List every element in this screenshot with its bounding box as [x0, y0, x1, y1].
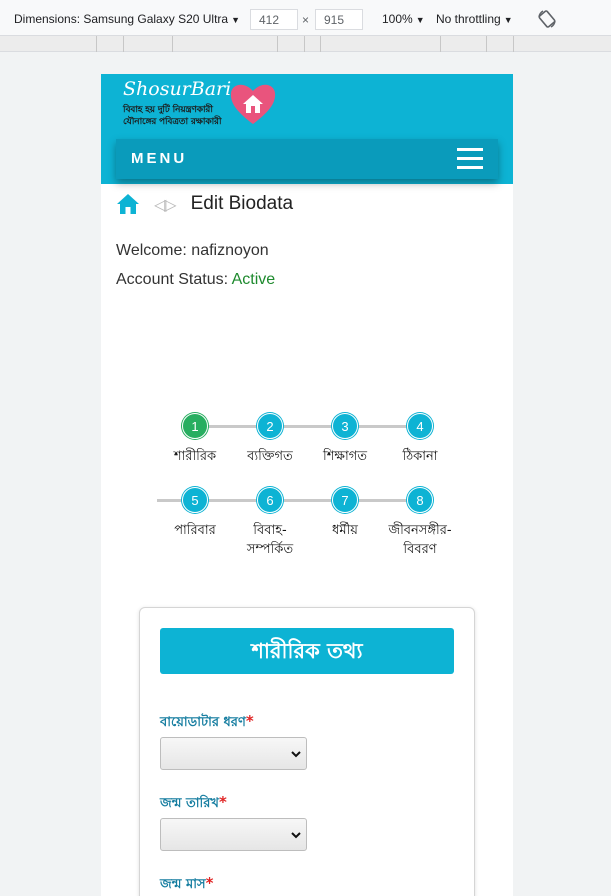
- zoom-dropdown[interactable]: 100% ▼: [382, 12, 425, 26]
- breadcrumb: ◁▷ Edit Biodata: [116, 192, 293, 216]
- throttling-dropdown[interactable]: No throttling ▼: [436, 12, 513, 26]
- step-6-label[interactable]: বিবাহ-: [230, 522, 310, 539]
- page-title: Edit Biodata: [190, 193, 294, 214]
- step-8-label-line2[interactable]: বিবরণ: [380, 541, 460, 558]
- logo-tagline-2: যৌনাঙ্গের পবিত্রতা রক্ষাকারী: [123, 117, 222, 127]
- biodata-type-label: বায়োডাটার ধরণ*: [160, 712, 254, 734]
- caret-down-icon: ▼: [231, 15, 241, 25]
- birth-month-label: জন্ম মাস*: [160, 874, 213, 896]
- mobile-viewport: ShosurBari বিবাহ হয় দুটি নিয়ন্ত্রণকারী…: [101, 74, 513, 896]
- chevron-down-icon: [291, 751, 301, 758]
- step-4-label[interactable]: ঠিকানা: [380, 448, 460, 465]
- step-2-label[interactable]: ব্যক্তিগত: [230, 448, 310, 465]
- rotate-icon[interactable]: [537, 9, 557, 29]
- site-logo-text[interactable]: ShosurBari: [123, 78, 231, 100]
- step-3-circle[interactable]: 3: [332, 413, 358, 439]
- biodata-type-select[interactable]: [160, 737, 307, 770]
- breadcrumb-separator-icon: ◁▷: [154, 194, 177, 214]
- stepper-line: [181, 425, 421, 428]
- account-status-value: Active: [231, 271, 276, 288]
- step-5-circle[interactable]: 5: [182, 487, 208, 513]
- caret-down-icon: ▼: [503, 15, 513, 25]
- step-2-circle[interactable]: 2: [257, 413, 283, 439]
- account-status-line: Account Status: Active: [116, 271, 275, 289]
- welcome-line: Welcome: nafiznoyon: [116, 242, 269, 260]
- devtools-toolbar: Dimensions: Samsung Galaxy S20 Ultra ▼ 41…: [0, 0, 611, 36]
- step-3-label[interactable]: শিক্ষাগত: [305, 448, 385, 465]
- home-icon[interactable]: [116, 193, 140, 215]
- form-title: শারীরিক তথ্য: [160, 628, 454, 674]
- viewport-height-input[interactable]: 915: [315, 9, 363, 30]
- times-sign: ×: [302, 13, 310, 27]
- chevron-down-icon: [291, 832, 301, 839]
- birth-date-label-text: জন্ম তারিখ: [160, 796, 219, 811]
- welcome-label: Welcome:: [116, 242, 187, 259]
- step-8-circle[interactable]: 8: [407, 487, 433, 513]
- viewport-width-input[interactable]: 412: [250, 9, 298, 30]
- step-1-label[interactable]: শারীরিক: [155, 448, 235, 465]
- site-header: ShosurBari বিবাহ হয় দুটি নিয়ন্ত্রণকারী…: [101, 74, 513, 184]
- required-mark: *: [205, 874, 214, 892]
- caret-down-icon: ▼: [415, 15, 425, 25]
- menu-bar[interactable]: MENU: [116, 139, 498, 179]
- birth-month-label-text: জন্ম মাস: [160, 877, 206, 892]
- hamburger-icon[interactable]: [457, 148, 483, 170]
- birth-date-select[interactable]: [160, 818, 307, 851]
- device-dimensions-label: Dimensions: Samsung Galaxy S20 Ultra: [14, 12, 229, 26]
- menu-label: MENU: [131, 150, 188, 167]
- step-6-circle[interactable]: 6: [257, 487, 283, 513]
- device-dimensions-dropdown[interactable]: Dimensions: Samsung Galaxy S20 Ultra ▼: [14, 12, 240, 26]
- username: nafiznoyon: [191, 242, 269, 259]
- biodata-type-label-text: বায়োডাটার ধরণ: [160, 715, 246, 730]
- media-query-ruler: [0, 36, 611, 52]
- step-7-label[interactable]: ধর্মীয়: [305, 522, 385, 539]
- throttling-label: No throttling: [436, 12, 501, 26]
- step-6-label-line2[interactable]: সম্পর্কিত: [230, 541, 310, 558]
- physical-info-form-card: শারীরিক তথ্য বায়োডাটার ধরণ* জন্ম তারিখ*…: [139, 607, 475, 896]
- account-status-label: Account Status:: [116, 271, 229, 288]
- heart-logo-icon: [230, 84, 276, 124]
- step-7-circle[interactable]: 7: [332, 487, 358, 513]
- step-1-circle[interactable]: 1: [182, 413, 208, 439]
- required-mark: *: [245, 712, 254, 730]
- birth-date-label: জন্ম তারিখ*: [160, 793, 227, 815]
- step-8-label[interactable]: জীবনসঙ্গীর-: [375, 522, 465, 539]
- step-5-label[interactable]: পারিবার: [155, 522, 235, 539]
- step-4-circle[interactable]: 4: [407, 413, 433, 439]
- zoom-label: 100%: [382, 12, 413, 26]
- required-mark: *: [218, 793, 227, 811]
